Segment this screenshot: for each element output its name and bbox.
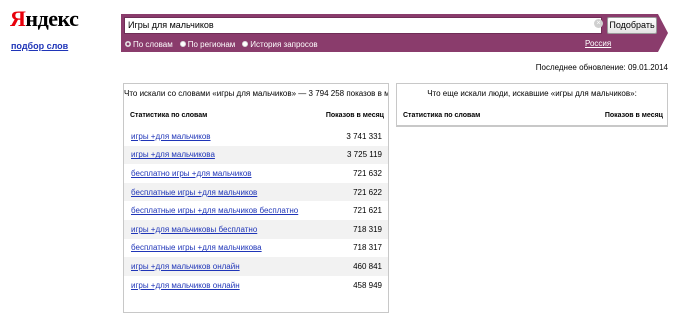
column-headers: Статистика по словам Показов в месяц xyxy=(124,103,388,123)
also-searched-panel: Что еще искали люди, искавшие «игры для … xyxy=(396,83,668,127)
radio-label: По словам xyxy=(133,39,173,49)
search-bar: Игры для мальчиков × Подобрать По словам… xyxy=(121,14,668,52)
related-words-panel: Что искали со словами «игры для мальчико… xyxy=(123,83,389,313)
keyword-link[interactable]: бесплатные игры +для мальчиков xyxy=(131,188,257,197)
region-link[interactable]: Россия xyxy=(585,39,611,48)
radio-label: По регионам xyxy=(187,39,236,49)
count-cell: 458 949 xyxy=(353,280,382,290)
keyword-link[interactable]: игры +для мальчиков онлайн xyxy=(131,262,240,271)
radio-label: История запросов xyxy=(250,39,318,49)
search-mode-radios: По словам По регионам История запросов xyxy=(125,38,325,50)
count-cell: 721 622 xyxy=(312,182,388,202)
count-cell: 721 621 xyxy=(353,206,382,216)
col-word-header: Статистика по словам xyxy=(130,112,208,119)
col-count-header: Показов в месяц xyxy=(325,112,384,119)
table-row: бесплатные игры +для мальчикова 718 317 xyxy=(124,239,388,258)
column-headers: Статистика по словам Показов в месяц xyxy=(397,103,667,126)
table-row: игры +для мальчиков онлайн 460 841 xyxy=(124,257,388,276)
logo-rest: ндекс xyxy=(25,6,79,31)
count-cell: 3 725 119 xyxy=(312,145,388,165)
keyword-link[interactable]: бесплатно игры +для мальчиков xyxy=(131,169,252,178)
yandex-logo[interactable]: Яндекс xyxy=(10,6,79,32)
submit-button[interactable]: Подобрать xyxy=(607,17,657,34)
table-row: бесплатные игры +для мальчиков 721 622 xyxy=(124,182,388,202)
table-row: бесплатные игры +для мальчиков бесплатно… xyxy=(124,201,388,220)
keyword-link[interactable]: игры +для мальчиков онлайн xyxy=(131,281,240,290)
keyword-link[interactable]: игры +для мальчиков xyxy=(131,132,211,141)
col-word-header: Статистика по словам xyxy=(403,112,481,119)
keyword-link[interactable]: бесплатные игры +для мальчиков бесплатно xyxy=(131,206,298,215)
keyword-link[interactable]: бесплатные игры +для мальчикова xyxy=(131,243,262,252)
table-row: игры +для мальчикова 3 725 119 xyxy=(124,145,388,165)
count-cell: 460 841 xyxy=(312,257,388,276)
subtitle-link[interactable]: подбор слов xyxy=(11,41,68,51)
last-update-text: Последнее обновление: 09.01.2014 xyxy=(535,63,668,72)
radio-dot xyxy=(242,41,249,47)
radio-dot xyxy=(179,41,186,47)
clear-icon[interactable]: × xyxy=(594,19,603,28)
logo-first-letter: Я xyxy=(10,6,26,31)
keyword-link[interactable]: игры +для мальчикова xyxy=(131,150,215,159)
panel-header: Что искали со словами «игры для мальчико… xyxy=(124,89,388,98)
stats-table: игры +для мальчиков 3 741 331 игры +для м… xyxy=(124,127,388,294)
panel-header: Что еще искали люди, искавшие «игры для … xyxy=(427,89,637,98)
radio-by-words[interactable]: По словам xyxy=(125,40,173,49)
search-input[interactable]: Игры для мальчиков xyxy=(124,17,602,34)
radio-dot xyxy=(125,41,131,47)
count-cell: 721 632 xyxy=(353,168,382,178)
table-row: игры +для мальчиковы бесплатно 718 319 xyxy=(124,219,388,239)
table-row: игры +для мальчиков онлайн 458 949 xyxy=(124,276,388,295)
count-cell: 718 319 xyxy=(312,219,388,239)
table-row: игры +для мальчиков 3 741 331 xyxy=(124,127,388,146)
count-cell: 3 741 331 xyxy=(346,131,382,141)
radio-history[interactable]: История запросов xyxy=(242,39,318,49)
table-row: бесплатно игры +для мальчиков 721 632 xyxy=(124,164,388,183)
count-cell: 718 317 xyxy=(353,243,382,253)
keyword-link[interactable]: игры +для мальчиковы бесплатно xyxy=(131,225,257,234)
radio-by-regions[interactable]: По регионам xyxy=(179,39,236,49)
col-count-header: Показов в месяц xyxy=(604,112,663,119)
